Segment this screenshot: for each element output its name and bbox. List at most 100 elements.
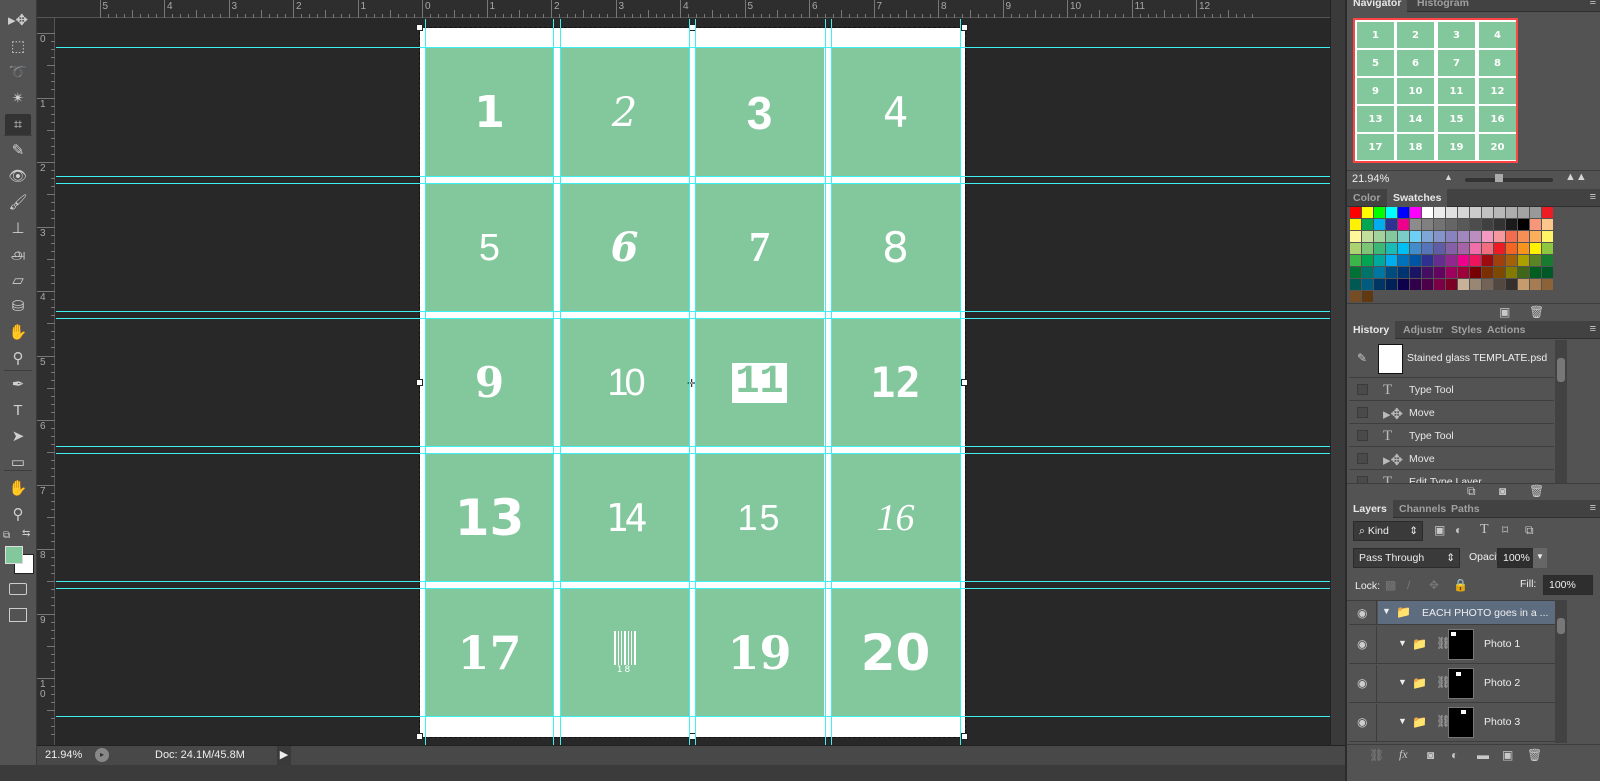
transform-handle[interactable] (416, 24, 423, 31)
grid-cell[interactable]: 14 (560, 453, 689, 582)
grid-cell[interactable]: 5 (425, 183, 554, 312)
lock-position-icon[interactable]: ✥ (1429, 578, 1439, 592)
color-swatch[interactable] (1398, 243, 1409, 254)
grid-cell[interactable]: 4 (831, 48, 960, 177)
color-swatch[interactable] (1374, 243, 1385, 254)
color-swatch[interactable] (1542, 267, 1553, 278)
color-swatch[interactable] (1506, 243, 1517, 254)
foreground-color-swatch[interactable] (5, 546, 23, 564)
color-swatch[interactable] (1482, 243, 1493, 254)
blur-tool[interactable]: ✋ (5, 322, 31, 344)
guide-vertical[interactable] (689, 19, 690, 745)
grid-cell[interactable]: 15 (695, 453, 824, 582)
move-tool[interactable]: ▸✥ (5, 10, 31, 32)
tab-history[interactable]: History (1347, 321, 1396, 339)
grid-cell[interactable]: 1 (425, 48, 554, 177)
color-swatch[interactable] (1542, 243, 1553, 254)
canvas-area[interactable]: 1 2 3 4 5 6 7 8 9 10 11 12 13 14 15 16 17 18 19 20 ✛ (56, 19, 1330, 745)
color-swatch[interactable] (1434, 219, 1445, 230)
transform-handle[interactable] (961, 379, 968, 386)
history-checkbox[interactable] (1357, 407, 1368, 418)
color-swatch[interactable] (1458, 267, 1469, 278)
color-swatch[interactable] (1470, 267, 1481, 278)
color-swatch[interactable] (1374, 231, 1385, 242)
filter-type-icon[interactable]: T (1480, 522, 1489, 538)
filter-pixel-icon[interactable]: ▣ (1434, 523, 1445, 537)
color-swatch[interactable] (1434, 243, 1445, 254)
color-swatch[interactable] (1470, 279, 1481, 290)
color-swatch[interactable] (1386, 279, 1397, 290)
vertical-ruler[interactable]: 0 1 2 3 4 5 6 7 8 9 1 0 (37, 18, 55, 745)
color-swatch[interactable] (1458, 279, 1469, 290)
navigator-zoom[interactable]: 21.94% (1352, 173, 1389, 185)
screen-mode-icon[interactable] (9, 608, 27, 622)
eye-icon[interactable]: ◉ (1357, 715, 1367, 729)
delete-swatch-icon[interactable]: 🗑 (1529, 305, 1544, 319)
color-swatch[interactable] (1386, 267, 1397, 278)
layer-row[interactable]: ◉ ▼ 📁 EACH PHOTO goes in a ... (1349, 601, 1555, 625)
add-mask-icon[interactable]: ◙ (1427, 748, 1434, 762)
dodge-tool[interactable]: ⚲ (5, 348, 31, 370)
color-swatch[interactable] (1434, 279, 1445, 290)
color-swatch[interactable] (1386, 219, 1397, 230)
color-swatch[interactable] (1350, 207, 1361, 218)
color-swatch[interactable] (1422, 279, 1433, 290)
guide-vertical[interactable] (560, 19, 561, 745)
color-swatch[interactable] (1506, 255, 1517, 266)
grid-cell[interactable]: 7 (695, 183, 824, 312)
color-swatch[interactable] (1506, 207, 1517, 218)
guide-horizontal[interactable] (56, 311, 1330, 312)
lock-all-icon[interactable]: 🔒 (1453, 578, 1468, 592)
color-swatch[interactable] (1422, 207, 1433, 218)
lock-pixels-icon[interactable]: / (1407, 578, 1410, 592)
transform-handle[interactable] (961, 24, 968, 31)
color-swatch[interactable] (1350, 267, 1361, 278)
status-menu-arrow-icon[interactable]: ▶ (277, 746, 291, 765)
filter-smart-object-icon[interactable]: ⧉ (1525, 523, 1534, 538)
color-swatch[interactable] (1386, 207, 1397, 218)
color-swatch[interactable] (1398, 219, 1409, 230)
color-swatch[interactable] (1374, 267, 1385, 278)
tab-navigator[interactable]: Navigator (1347, 0, 1408, 12)
expand-triangle-icon[interactable]: ▼ (1398, 716, 1407, 726)
magic-wand-tool[interactable]: ✴ (5, 88, 31, 110)
zoom-level[interactable]: 21.94% (45, 749, 82, 761)
fx-icon[interactable]: fx (1399, 747, 1408, 762)
color-swatch[interactable] (1530, 219, 1541, 230)
panel-menu-icon[interactable]: ≡ (1590, 323, 1596, 335)
layer-row[interactable]: ◉ ▼ 📁 ⛓ Photo 3 (1349, 704, 1555, 742)
guide-vertical[interactable] (553, 19, 554, 745)
guide-horizontal[interactable] (56, 588, 1330, 589)
share-icon[interactable]: ▸ (95, 748, 109, 762)
color-swatch[interactable] (1374, 219, 1385, 230)
color-swatch[interactable] (1398, 255, 1409, 266)
delete-state-icon[interactable]: 🗑 (1529, 484, 1544, 498)
color-swatch[interactable] (1350, 291, 1361, 302)
color-swatch[interactable] (1422, 243, 1433, 254)
color-swatch[interactable] (1350, 255, 1361, 266)
camera-icon[interactable]: ◙ (1499, 484, 1506, 498)
color-swatch[interactable] (1506, 279, 1517, 290)
color-swatch[interactable] (1494, 279, 1505, 290)
guide-vertical[interactable] (960, 19, 961, 745)
color-swatch[interactable] (1494, 219, 1505, 230)
color-swatch[interactable] (1518, 231, 1529, 242)
path-selection-tool[interactable]: ➤ (5, 426, 31, 448)
color-swatch[interactable] (1410, 243, 1421, 254)
color-swatch[interactable] (1350, 231, 1361, 242)
tab-adjustments[interactable]: Adjustme (1397, 321, 1443, 339)
horizontal-ruler[interactable]: 5 4 3 2 1 0 1 2 3 4 5 6 7 8 9 10 11 12 (37, 0, 1330, 18)
type-tool[interactable]: T (5, 400, 31, 422)
color-swatch[interactable] (1542, 207, 1553, 218)
color-swatch[interactable] (1422, 255, 1433, 266)
default-colors-icon[interactable]: ⧉ (3, 530, 10, 541)
history-brush-source-icon[interactable]: ✎ (1357, 351, 1367, 365)
color-swatch[interactable] (1446, 255, 1457, 266)
color-swatch[interactable] (1362, 207, 1373, 218)
color-swatch[interactable] (1542, 279, 1553, 290)
color-swatch[interactable] (1458, 231, 1469, 242)
color-swatch[interactable] (1386, 243, 1397, 254)
tab-color[interactable]: Color (1347, 189, 1386, 207)
layers-scrollbar[interactable] (1555, 600, 1567, 743)
color-swatch[interactable] (1458, 219, 1469, 230)
